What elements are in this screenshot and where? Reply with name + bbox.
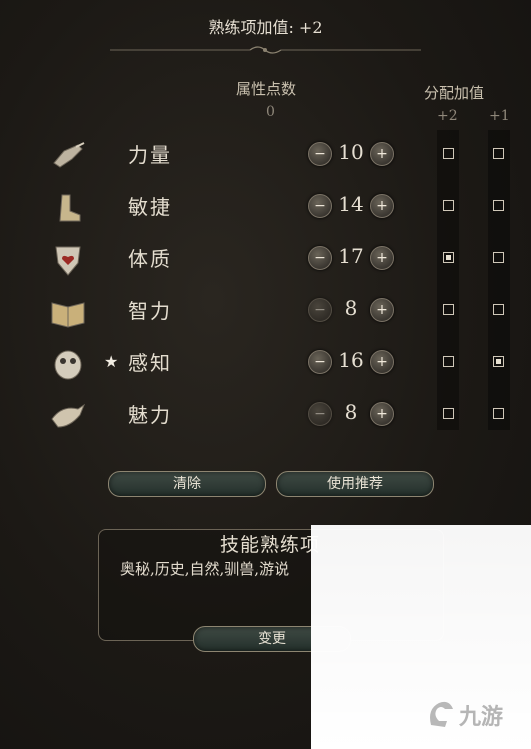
increase-button[interactable]: + — [370, 298, 394, 322]
attribute-label: 敏捷 — [128, 195, 172, 219]
use-recommended-button[interactable]: 使用推荐 — [276, 471, 434, 497]
minus-icon: − — [314, 250, 326, 266]
attribute-value: 16 — [338, 348, 364, 372]
plus2-checkbox[interactable] — [443, 356, 454, 367]
attribute-label: 魅力 — [128, 403, 172, 427]
decrease-button[interactable]: − — [308, 142, 332, 166]
increase-button[interactable]: + — [370, 402, 394, 426]
decrease-button[interactable]: − — [308, 350, 332, 374]
attribute-label: 智力 — [128, 299, 172, 323]
bonus-plus2-header: +2 — [437, 108, 458, 124]
minus-icon: − — [314, 146, 326, 162]
plus-icon: + — [376, 250, 388, 266]
increase-button[interactable]: + — [370, 246, 394, 270]
plus1-checkbox[interactable] — [493, 148, 504, 159]
clear-button[interactable]: 清除 — [108, 471, 266, 497]
open-book-icon — [51, 302, 85, 328]
minus-icon: − — [314, 198, 326, 214]
increase-button[interactable]: + — [370, 350, 394, 374]
minus-icon: − — [314, 354, 326, 370]
allocate-bonus-title: 分配加值 — [424, 84, 485, 102]
attribute-points-remaining: 0 — [266, 104, 275, 120]
proficiency-bonus-text: 熟练项加值: +2 — [208, 18, 323, 37]
plus-icon: + — [376, 146, 388, 162]
plus2-checkbox[interactable] — [443, 408, 454, 419]
bonus-plus1-header: +1 — [489, 108, 510, 124]
plus1-checkbox[interactable] — [493, 408, 504, 419]
svg-text:九游: 九游 — [458, 704, 503, 730]
decrease-button[interactable]: − — [308, 402, 332, 426]
plus-icon: + — [376, 406, 388, 422]
minus-icon: − — [314, 406, 326, 422]
plus-icon: + — [376, 302, 388, 318]
plus-icon: + — [376, 198, 388, 214]
header-ornament — [110, 46, 421, 54]
attribute-label: 体质 — [128, 247, 172, 271]
plus2-checkbox[interactable] — [443, 148, 454, 159]
plus2-column-track — [437, 130, 459, 430]
owl-icon — [54, 350, 82, 380]
plus2-checkbox[interactable] — [443, 200, 454, 211]
site-logo-icon: 九游 — [430, 701, 503, 730]
decrease-button[interactable]: − — [308, 298, 332, 322]
plus1-checkbox[interactable] — [493, 304, 504, 315]
attribute-points-title: 属性点数 — [236, 80, 297, 98]
boot-icon — [59, 194, 81, 222]
attribute-label: 力量 — [128, 143, 172, 167]
plus2-checkbox[interactable] — [443, 252, 454, 263]
attribute-value: 8 — [344, 400, 358, 424]
plus1-checkbox[interactable] — [493, 356, 504, 367]
attribute-value: 10 — [338, 140, 364, 164]
plus1-column-track — [488, 130, 510, 430]
increase-button[interactable]: + — [370, 194, 394, 218]
decrease-button[interactable]: − — [308, 194, 332, 218]
attribute-value: 8 — [344, 296, 358, 320]
minus-icon: − — [314, 302, 326, 318]
attribute-value: 17 — [338, 244, 364, 268]
decrease-button[interactable]: − — [308, 246, 332, 270]
increase-button[interactable]: + — [370, 142, 394, 166]
attribute-label: 感知 — [128, 351, 172, 375]
attribute-value: 14 — [338, 192, 364, 216]
plus2-checkbox[interactable] — [443, 304, 454, 315]
bird-feather-icon — [51, 403, 86, 428]
plus1-checkbox[interactable] — [493, 200, 504, 211]
plus-icon: + — [376, 354, 388, 370]
heart-shield-icon — [55, 246, 81, 276]
plus1-checkbox[interactable] — [493, 252, 504, 263]
recommended-star-icon: ★ — [104, 352, 119, 371]
gauntlet-icon — [53, 142, 85, 168]
